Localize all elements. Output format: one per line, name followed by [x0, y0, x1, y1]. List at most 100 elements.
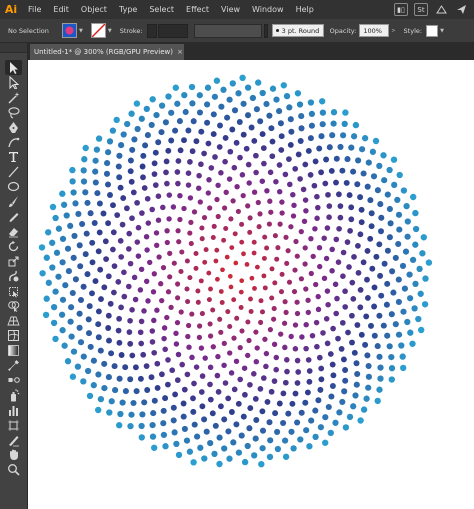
artwork-dot	[240, 413, 247, 420]
artwork-dot	[220, 267, 225, 273]
artwork-dot	[189, 148, 196, 155]
stock-icon[interactable]: St	[414, 3, 428, 16]
brush-definition-field[interactable]: 3 pt. Round	[271, 24, 324, 37]
artwork-dot	[215, 213, 221, 220]
libraries-icon[interactable]	[434, 3, 448, 16]
artwork-dot	[384, 191, 391, 198]
symbol-sprayer-tool-icon[interactable]	[5, 388, 22, 403]
artwork-dot	[342, 109, 349, 116]
blend-tool-icon[interactable]	[5, 373, 22, 388]
menu-item-file[interactable]: File	[22, 0, 47, 19]
direct-selection-tool-icon[interactable]	[5, 75, 22, 90]
artwork-dot	[185, 333, 191, 340]
stroke-weight-field[interactable]	[157, 23, 188, 38]
menu-item-object[interactable]: Object	[75, 0, 113, 19]
send-icon[interactable]	[454, 3, 468, 16]
artwork-dot	[301, 218, 308, 224]
fill-dropdown-icon[interactable]: ▼	[79, 28, 83, 34]
artwork-dot	[412, 241, 419, 248]
artwork-dot	[184, 371, 191, 378]
menu-item-select[interactable]: Select	[143, 0, 180, 19]
artwork-dot	[55, 225, 63, 232]
magic-wand-tool-icon[interactable]	[5, 90, 22, 105]
artwork-dot	[296, 101, 304, 108]
opacity-field[interactable]: 100%	[359, 24, 390, 37]
eyedropper-tool-icon[interactable]	[5, 358, 22, 373]
artwork-dot	[358, 146, 366, 153]
artwork-dot	[101, 360, 108, 367]
gradient-tool-icon[interactable]	[5, 343, 22, 358]
artboard-tool-icon[interactable]	[5, 418, 22, 433]
stroke-dropdown-icon[interactable]: ▼	[108, 28, 112, 34]
artwork-dot	[83, 230, 90, 237]
lasso-tool-icon[interactable]	[5, 105, 22, 120]
type-tool-icon[interactable]	[5, 149, 22, 164]
artwork-dot	[365, 373, 372, 380]
artwork-dot	[315, 397, 322, 404]
free-transform-tool-icon[interactable]	[5, 284, 22, 299]
style-dropdown-icon[interactable]: ▼	[440, 28, 444, 34]
artwork-dot	[169, 367, 176, 374]
ellipse-tool-icon[interactable]	[5, 179, 22, 194]
eraser-tool-icon[interactable]	[5, 224, 22, 239]
artwork-dot	[348, 144, 355, 151]
menu-item-window[interactable]: Window	[246, 0, 290, 19]
artwork-dot	[205, 190, 211, 196]
artboard-canvas[interactable]	[28, 60, 474, 509]
artwork-dot	[264, 188, 270, 194]
menu-item-edit[interactable]: Edit	[47, 0, 75, 19]
artwork-dot	[80, 283, 87, 290]
hand-tool-icon[interactable]	[5, 447, 22, 462]
tools-panel-grip[interactable]	[0, 43, 27, 53]
variable-width-profile[interactable]	[193, 23, 262, 38]
slice-tool-icon[interactable]	[5, 433, 22, 448]
artwork-dot	[210, 344, 216, 350]
curvature-tool-icon[interactable]	[5, 135, 22, 150]
artwork-dot	[124, 205, 130, 212]
zoom-tool-icon[interactable]	[5, 462, 22, 477]
mesh-tool-icon[interactable]	[5, 328, 22, 343]
artwork-dot	[45, 229, 52, 236]
artwork-dot	[357, 231, 364, 238]
close-icon[interactable]: ×	[177, 48, 183, 56]
artwork-dot	[80, 178, 88, 185]
column-graph-tool-icon[interactable]	[5, 403, 22, 418]
artwork-dot	[180, 413, 187, 420]
opacity-dropdown-icon[interactable]: >	[391, 28, 395, 34]
stroke-stepper[interactable]	[146, 23, 157, 38]
artwork-dot	[330, 372, 337, 379]
shape-builder-tool-icon[interactable]	[5, 298, 22, 313]
menu-item-view[interactable]: View	[215, 0, 246, 19]
selection-tool-icon[interactable]	[5, 60, 22, 75]
artwork-dot	[340, 356, 347, 363]
artwork-dot	[77, 296, 85, 304]
artwork-dot	[257, 118, 264, 125]
stroke-none-icon[interactable]	[90, 23, 106, 38]
artwork-dot	[369, 148, 377, 155]
warp-tool-icon[interactable]	[5, 269, 22, 284]
profile-dropdown[interactable]	[263, 23, 268, 38]
workspace-bar-icon[interactable]: ▮▯	[394, 3, 408, 16]
artwork-dot	[171, 429, 178, 436]
line-segment-tool-icon[interactable]	[5, 164, 22, 179]
artwork-dot	[326, 144, 333, 151]
scale-tool-icon[interactable]	[5, 254, 22, 269]
paintbrush-tool-icon[interactable]	[5, 194, 22, 209]
artwork-dot	[116, 375, 123, 382]
menu-item-type[interactable]: Type	[113, 0, 143, 19]
artwork-dot	[214, 196, 220, 203]
pencil-tool-icon[interactable]	[5, 209, 22, 224]
artwork-dot	[68, 333, 75, 340]
fill-swatch-icon[interactable]	[62, 23, 77, 38]
artwork-dot	[312, 433, 319, 441]
artwork-dot	[252, 435, 259, 442]
document-tab[interactable]: Untitled-1* @ 300% (RGB/GPU Preview) ×	[30, 44, 184, 60]
menu-item-effect[interactable]: Effect	[180, 0, 215, 19]
menu-item-help[interactable]: Help	[290, 0, 320, 19]
graphic-style-swatch[interactable]	[426, 24, 439, 37]
artwork-dot	[69, 178, 76, 185]
rotate-tool-icon[interactable]	[5, 239, 22, 254]
pen-tool-icon[interactable]	[5, 120, 22, 135]
artwork-dot	[353, 381, 360, 388]
perspective-grid-tool-icon[interactable]	[5, 313, 22, 328]
